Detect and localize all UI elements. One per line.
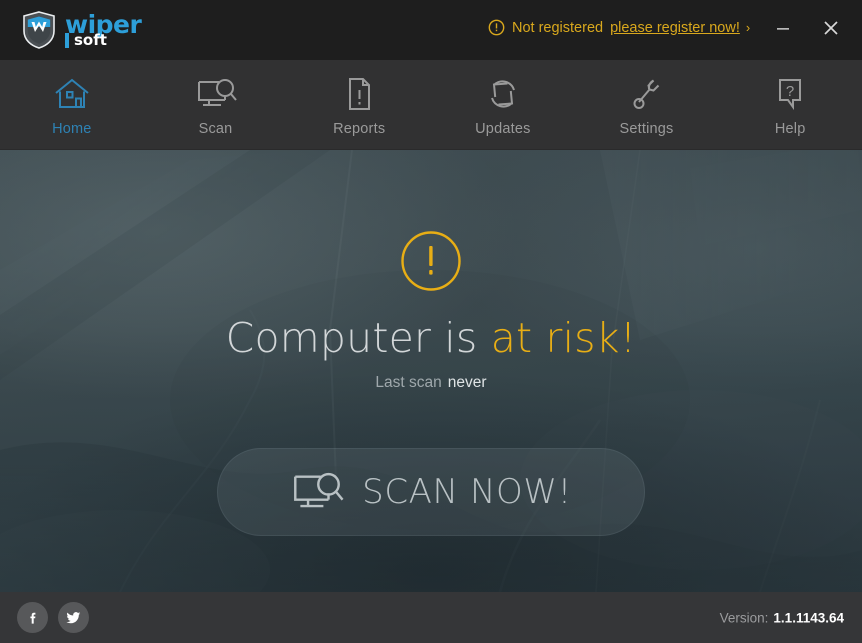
status-highlight: at risk! [490, 314, 637, 362]
main-navigation: Home Scan Reports Updates Settings ? Hel… [0, 60, 862, 150]
svg-text:?: ? [786, 83, 794, 100]
version-label: Version: [719, 610, 769, 625]
last-scan-label: Last scan [375, 374, 442, 391]
home-panel: Computer is at risk! Last scan never SCAN… [0, 150, 862, 592]
logo-accent-bar [65, 33, 69, 48]
speech-question-icon: ? [773, 76, 807, 112]
status-prefix: Computer is [225, 314, 478, 362]
nav-item-home[interactable]: Home [0, 60, 144, 149]
register-now-link[interactable]: please register now! [610, 20, 740, 36]
nav-item-reports[interactable]: Reports [287, 60, 431, 149]
minimize-icon [775, 20, 791, 36]
nav-label-help: Help [774, 121, 806, 137]
facebook-button[interactable] [17, 602, 48, 633]
nav-item-updates[interactable]: Updates [431, 60, 575, 149]
alert-circle-large-icon [400, 230, 462, 292]
last-scan-row: Last scan never [375, 374, 486, 392]
window-controls [766, 11, 848, 45]
scan-now-label: SCAN NOW! [362, 472, 572, 512]
twitter-icon [65, 609, 82, 626]
chevron-right-icon[interactable]: › [746, 20, 750, 35]
nav-label-updates: Updates [475, 121, 531, 137]
title-bar: wiper soft Not registered please registe… [0, 0, 862, 60]
nav-item-settings[interactable]: Settings [575, 60, 719, 149]
document-alert-icon [342, 76, 376, 112]
monitor-search-icon [290, 469, 344, 515]
alert-circle-icon [488, 19, 505, 36]
close-button[interactable] [814, 11, 848, 45]
minimize-button[interactable] [766, 11, 800, 45]
nav-label-home: Home [52, 121, 92, 137]
app-logo: wiper soft [22, 11, 142, 49]
monitor-search-icon [195, 76, 237, 112]
version-info: Version: 1.1.1143.64 [720, 610, 844, 625]
nav-label-reports: Reports [333, 121, 386, 137]
registration-notice: Not registered please register now! › [488, 19, 750, 36]
shield-w-icon [22, 11, 56, 49]
refresh-sync-icon [485, 76, 521, 112]
last-scan-value: never [447, 374, 487, 391]
nav-label-scan: Scan [198, 121, 233, 137]
status-headline: Computer is at risk! [226, 314, 637, 362]
facebook-icon [25, 610, 41, 626]
twitter-button[interactable] [58, 602, 89, 633]
nav-item-help[interactable]: ? Help [718, 60, 862, 149]
close-icon [821, 18, 841, 38]
house-icon [52, 76, 92, 112]
version-value: 1.1.1143.64 [773, 610, 844, 625]
nav-label-settings: Settings [619, 121, 674, 137]
logo-secondary-text: soft [74, 31, 107, 49]
nav-item-scan[interactable]: Scan [144, 60, 288, 149]
application-window: wiper soft Not registered please registe… [0, 0, 862, 643]
logo-wordmark: wiper soft [65, 12, 142, 49]
scan-now-button[interactable]: SCAN NOW! [217, 448, 645, 536]
social-links [17, 602, 89, 633]
wrench-icon [630, 76, 664, 112]
status-bar: Version: 1.1.1143.64 [0, 592, 862, 643]
registration-status-text: Not registered [512, 19, 604, 36]
